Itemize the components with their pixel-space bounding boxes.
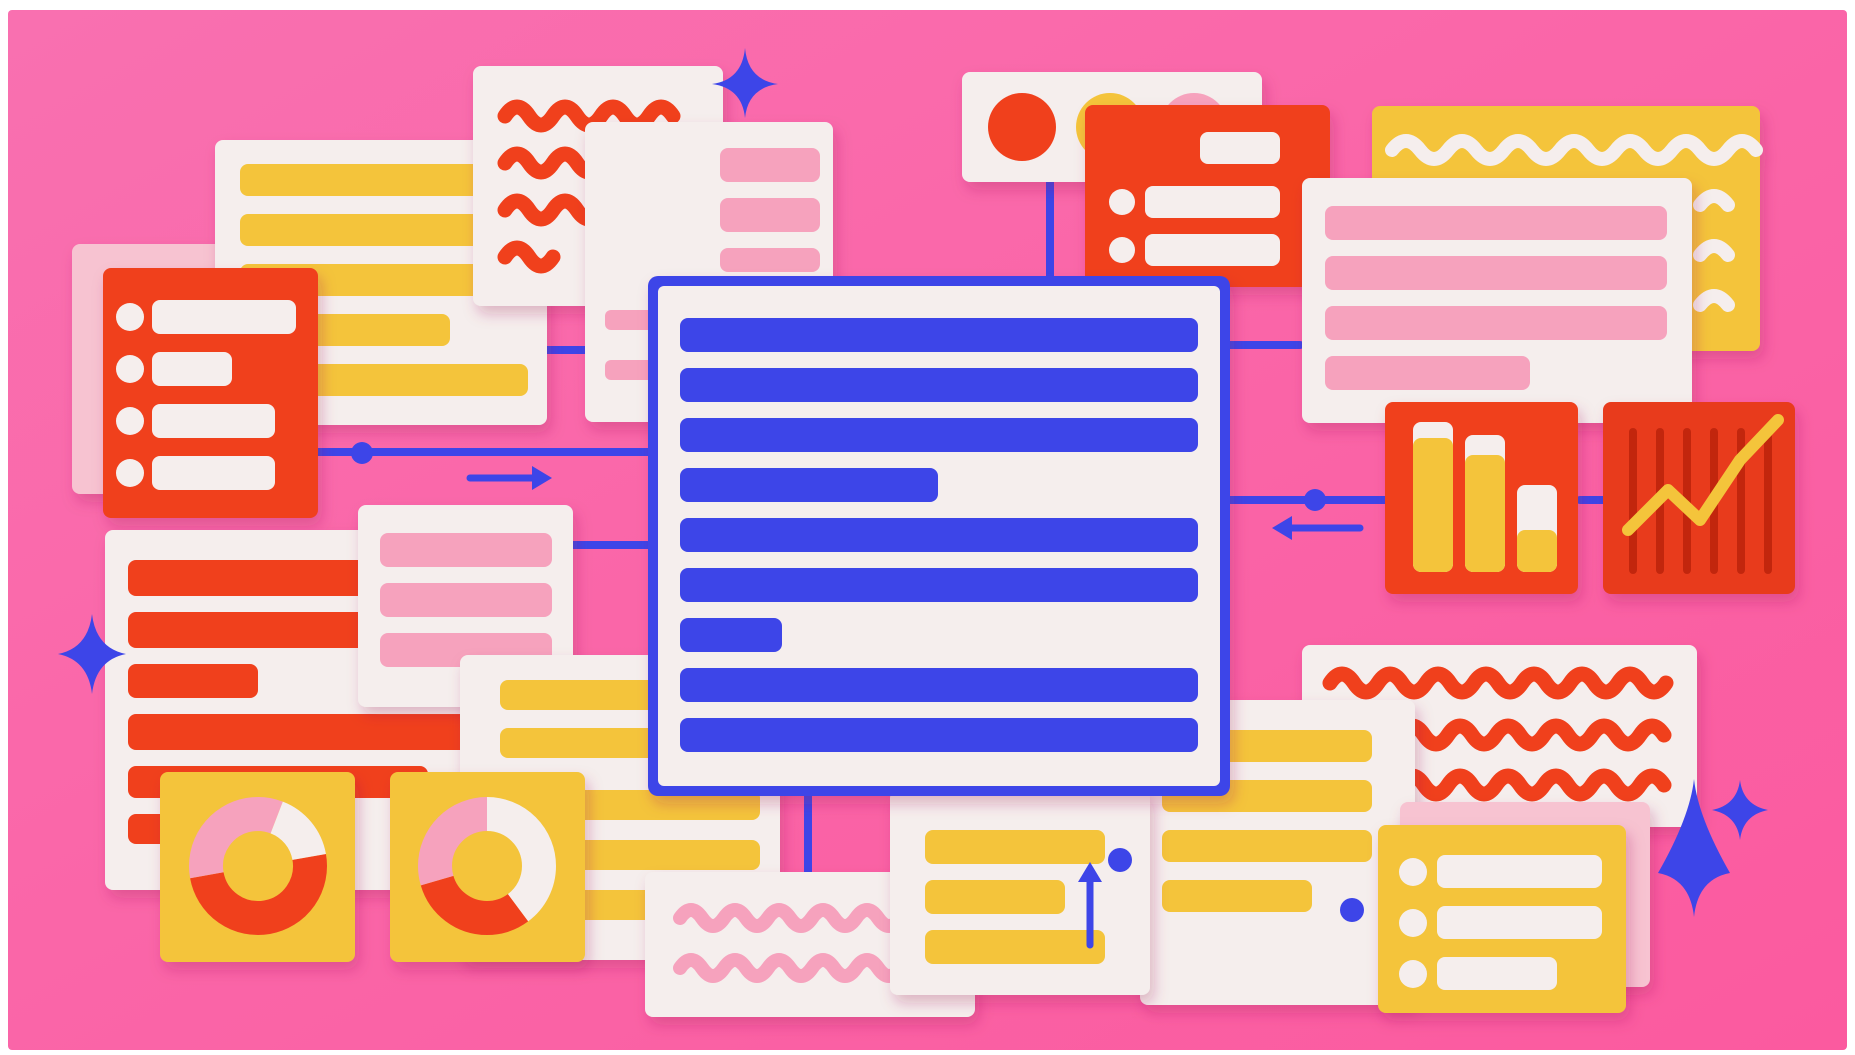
bar-chart-card xyxy=(1385,402,1578,594)
yellow-lines-back-card xyxy=(890,790,1150,995)
connector-node xyxy=(1340,898,1364,922)
yellow-checklist-card xyxy=(1378,825,1626,1013)
connector-node xyxy=(1304,489,1326,511)
line-chart-card xyxy=(1603,402,1795,594)
pink-lines-right-card xyxy=(1302,178,1692,423)
main-document-card xyxy=(648,276,1230,796)
small-red-list-card xyxy=(1085,105,1330,287)
illustration-canvas xyxy=(8,10,1847,1050)
connector-node xyxy=(1108,848,1132,872)
donut-chart-card-1 xyxy=(160,772,355,962)
donut-chart-card-2 xyxy=(390,772,585,962)
connector-node xyxy=(351,442,373,464)
red-checklist-card xyxy=(103,268,318,518)
